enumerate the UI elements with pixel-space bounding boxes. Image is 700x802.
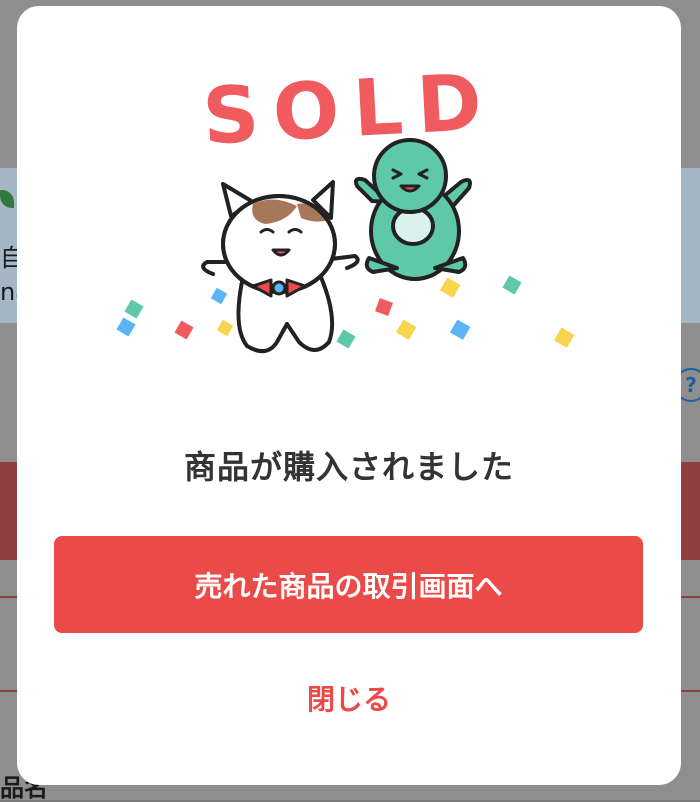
purchase-complete-message: 商品が購入されました — [183, 448, 514, 486]
green-mascot — [354, 138, 472, 281]
sold-text: SOLD — [201, 57, 498, 162]
close-button[interactable]: 閉じる — [17, 678, 681, 718]
go-to-transaction-button[interactable]: 売れた商品の取引画面へ — [54, 536, 643, 633]
purchase-complete-modal: SOLD 商品が購入されました 売れた商品の取引画面へ 閉じる — [17, 6, 681, 785]
sold-illustration: SOLD — [116, 57, 575, 354]
confetti — [116, 275, 575, 349]
